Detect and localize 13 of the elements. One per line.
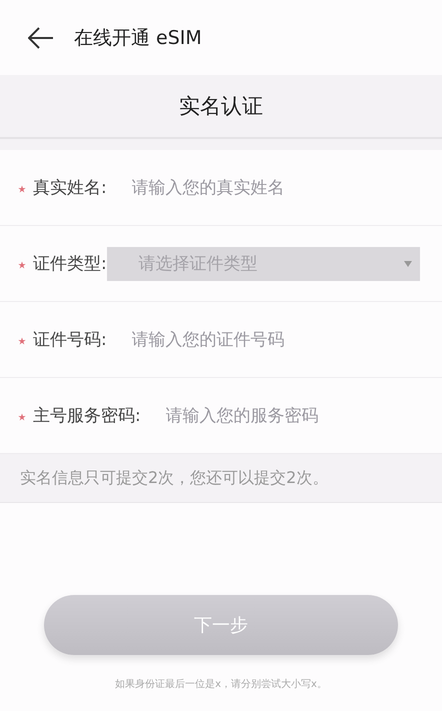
input-field[interactable]: 请输入您的证件号码 (132, 330, 442, 350)
footnote-text: 如果身份证最后一位是x，请分别尝试大小写x。 (115, 679, 327, 690)
field-label: 证件类型: (33, 253, 107, 275)
input-field[interactable]: 请输入您的真实姓名 (132, 178, 442, 198)
page-title: 在线开通 eSIM (74, 26, 202, 50)
dropdown-caret-icon (404, 260, 412, 266)
field-label: 真实姓名: (33, 177, 107, 199)
field-label: 证件号码: (33, 329, 107, 351)
notice-text: 实名信息只可提交2次，您还可以提交2次。 (20, 468, 328, 488)
section-title: 实名认证 (179, 93, 263, 120)
back-arrow-icon[interactable] (28, 26, 54, 48)
input-field[interactable]: 请输入您的服务密码 (166, 406, 442, 426)
field-label: 主号服务密码: (33, 405, 141, 427)
